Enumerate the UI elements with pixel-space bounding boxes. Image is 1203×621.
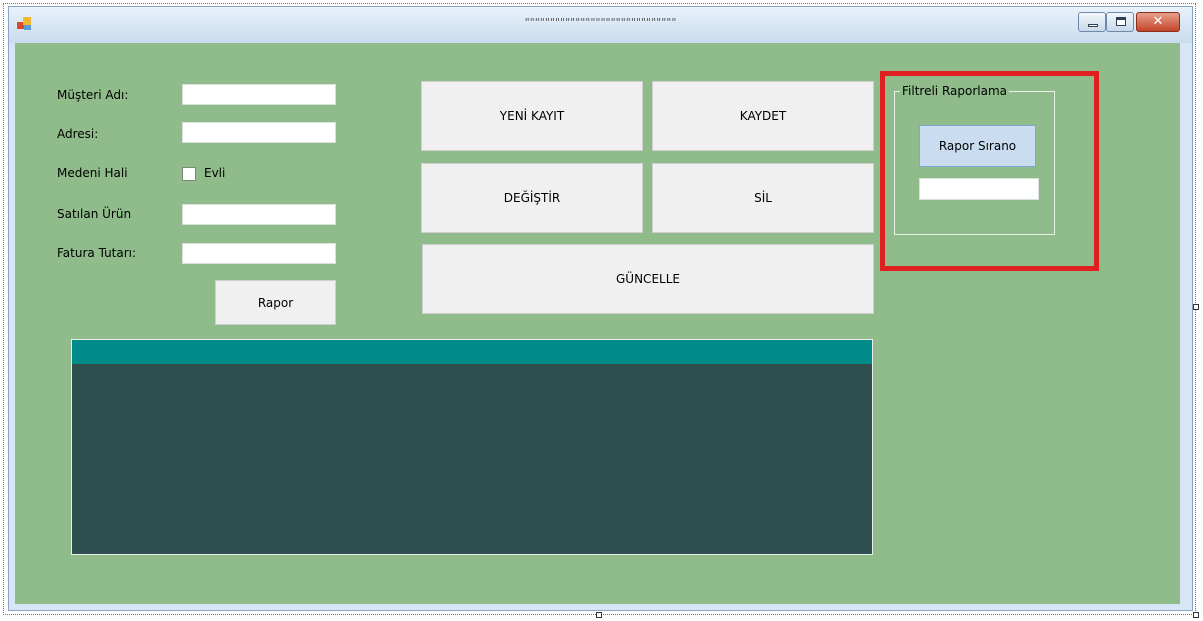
close-icon: ✕: [1152, 14, 1164, 29]
married-checkbox-label[interactable]: Evli: [204, 166, 225, 180]
marital-status-label: Medeni Hali: [57, 166, 128, 180]
change-button[interactable]: DEĞİŞTİR: [421, 163, 643, 233]
invoice-amount-input[interactable]: [182, 243, 336, 264]
minimize-button[interactable]: [1078, 12, 1106, 32]
married-checkbox[interactable]: [182, 167, 196, 181]
window-controls: ✕: [1064, 12, 1184, 32]
close-button[interactable]: ✕: [1136, 12, 1180, 32]
customer-name-label: Müşteri Adı:: [57, 88, 129, 102]
maximize-button[interactable]: [1106, 12, 1134, 32]
form-window: """""""""""""""""""""""""""""" ✕ Müşteri…: [8, 6, 1193, 611]
report-button[interactable]: Rapor: [215, 280, 336, 325]
save-button[interactable]: KAYDET: [652, 81, 874, 151]
customer-name-input[interactable]: [182, 84, 336, 105]
address-input[interactable]: [182, 122, 336, 143]
form-client-area: Müşteri Adı: Adresi: Medeni Hali Evli Sa…: [15, 43, 1180, 604]
minimize-icon: [1088, 24, 1098, 27]
new-record-button[interactable]: YENİ KAYIT: [421, 81, 643, 151]
data-grid-header: [72, 340, 872, 364]
delete-button[interactable]: SİL: [652, 163, 874, 233]
highlight-annotation-box: [880, 71, 1099, 271]
resize-handle-corner[interactable]: [1193, 612, 1199, 618]
resize-handle-bottom[interactable]: [596, 612, 602, 618]
data-grid[interactable]: [71, 339, 873, 555]
window-title: """""""""""""""""""""""""""""": [524, 16, 677, 29]
address-label: Adresi:: [57, 127, 99, 141]
invoice-amount-label: Fatura Tutarı:: [57, 246, 137, 260]
update-button[interactable]: GÜNCELLE: [422, 244, 874, 314]
product-sold-label: Satılan Ürün: [57, 207, 132, 221]
product-sold-input[interactable]: [182, 204, 336, 225]
maximize-icon: [1116, 17, 1126, 26]
title-bar: """""""""""""""""""""""""""""" ✕: [9, 7, 1192, 43]
resize-handle-right[interactable]: [1193, 304, 1199, 310]
